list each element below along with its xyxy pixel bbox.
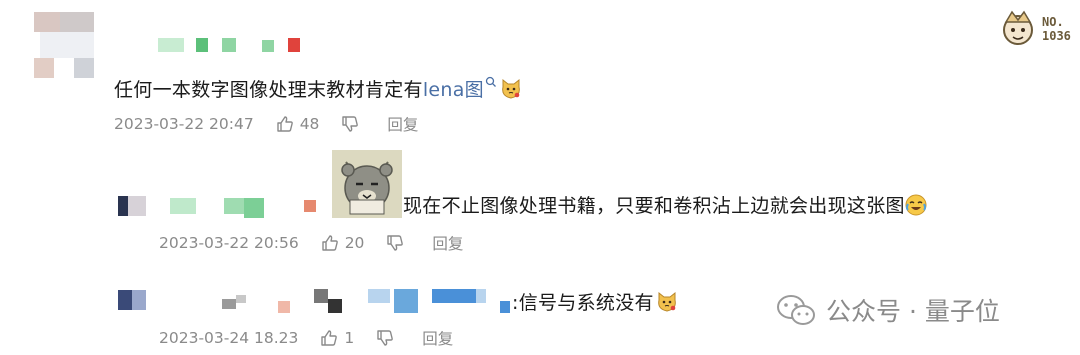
like-count: 1 [344, 329, 355, 347]
comment-text: 现在不止图像处理书籍，只要和卷积沾上边就会出现这张图 [403, 191, 927, 218]
watermark-text: 公众号 · 量子位 [826, 297, 1000, 326]
like-button[interactable]: 1 [320, 329, 354, 347]
wechat-icon [777, 295, 815, 325]
timestamp: 2023-03-22 20:47 [114, 115, 254, 133]
username-blurred[interactable] [158, 38, 308, 52]
comment-meta: 2023-03-24 18.23 1 回复 [159, 327, 453, 349]
lena-link[interactable]: lena图 [423, 79, 484, 101]
dislike-button[interactable] [386, 234, 410, 252]
cat-emoji-icon [502, 78, 520, 99]
comment-meta: 2023-03-22 20:56 20 回复 [159, 232, 463, 254]
dislike-button[interactable] [341, 115, 365, 133]
avatar[interactable] [118, 196, 146, 216]
watermark: 公众号 · 量子位 [776, 292, 1000, 328]
tears-of-joy-emoji-icon [905, 194, 927, 216]
timestamp: 2023-03-22 20:56 [159, 234, 299, 252]
bear-sticker-icon [332, 150, 402, 218]
comment-text: 任何一本数字图像处理末教材肯定有lena图 [114, 75, 522, 102]
thumbs-up-icon [321, 330, 338, 346]
thumbs-up-icon [276, 116, 293, 132]
sticker-image[interactable] [332, 150, 402, 218]
dislike-button[interactable] [376, 329, 400, 347]
thumbs-down-icon [387, 235, 404, 251]
like-count: 20 [344, 234, 365, 252]
comment-meta: 2023-03-22 20:47 48 回复 [114, 113, 418, 135]
username-blurred[interactable] [222, 287, 512, 315]
like-button[interactable]: 48 [276, 115, 320, 133]
mascot-badge [998, 8, 1038, 48]
cat-emoji-icon [658, 291, 676, 312]
avatar[interactable] [34, 12, 94, 78]
thumbs-up-icon [321, 235, 338, 251]
timestamp: 2023-03-24 18.23 [159, 329, 299, 347]
like-count: 48 [299, 115, 320, 133]
thumbs-down-icon [342, 116, 359, 132]
comment-text: :信号与系统没有 [512, 288, 678, 315]
reply-button[interactable]: 回复 [387, 113, 418, 135]
reply-button[interactable]: 回复 [422, 327, 453, 349]
reply-button[interactable]: 回复 [432, 232, 463, 254]
thumbs-down-icon [377, 330, 394, 346]
username-blurred[interactable] [170, 194, 320, 218]
search-icon[interactable] [484, 76, 497, 101]
like-button[interactable]: 20 [321, 234, 365, 252]
mascot-icon [1003, 10, 1033, 45]
badge-number: NO. 1036 [1042, 15, 1071, 43]
avatar[interactable] [118, 290, 146, 310]
